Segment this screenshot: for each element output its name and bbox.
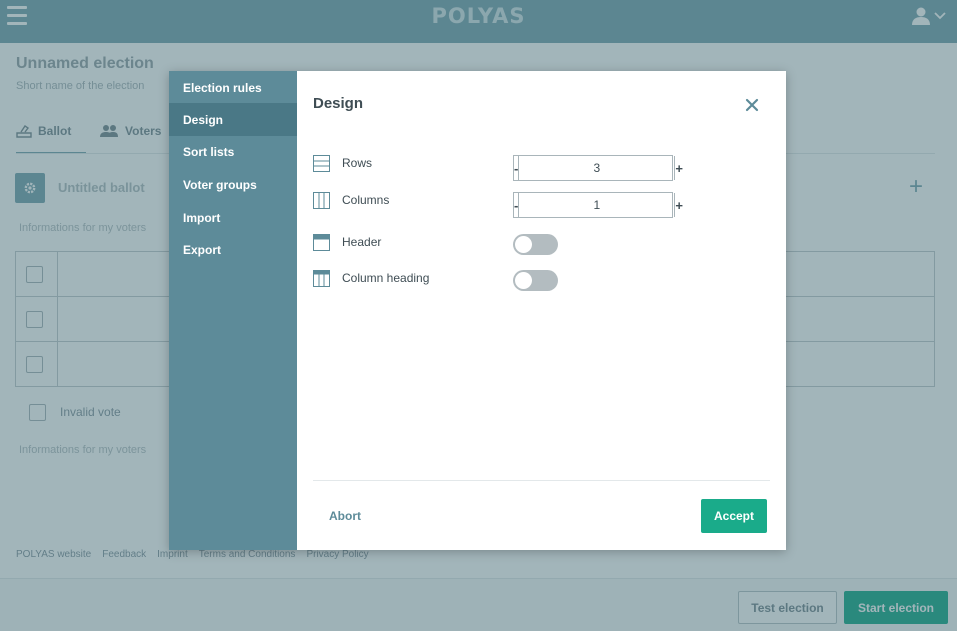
dialog-sidebar: Election rules Design Sort lists Voter g… xyxy=(169,71,297,550)
rows-icon xyxy=(313,155,330,172)
columns-label: Columns xyxy=(342,193,390,207)
dialog-title: Design xyxy=(313,95,364,112)
abort-button[interactable]: Abort xyxy=(329,509,361,523)
toggle-knob xyxy=(515,236,532,253)
columns-increment-button[interactable]: + xyxy=(674,193,683,217)
rows-label: Rows xyxy=(342,156,373,170)
nav-item-import[interactable]: Import xyxy=(169,201,297,234)
nav-item-election-rules[interactable]: Election rules xyxy=(169,71,297,104)
nav-item-design[interactable]: Design xyxy=(169,103,297,136)
close-icon xyxy=(745,98,759,112)
nav-item-export[interactable]: Export xyxy=(169,233,297,266)
nav-item-sort-lists[interactable]: Sort lists xyxy=(169,135,297,168)
rows-input[interactable] xyxy=(519,156,675,180)
header-icon xyxy=(313,234,330,251)
close-button[interactable] xyxy=(743,96,761,114)
columns-stepper: - + xyxy=(513,192,683,218)
header-toggle[interactable] xyxy=(513,234,558,255)
toggle-knob xyxy=(515,272,532,289)
columns-icon xyxy=(313,192,330,209)
design-dialog: Election rules Design Sort lists Voter g… xyxy=(169,71,786,550)
rows-stepper: - + xyxy=(513,155,683,181)
header-label: Header xyxy=(342,235,382,249)
column-heading-label: Column heading xyxy=(342,271,430,285)
dialog-footer-divider xyxy=(313,480,770,481)
column-heading-toggle[interactable] xyxy=(513,270,558,291)
rows-increment-button[interactable]: + xyxy=(674,156,683,180)
columns-input[interactable] xyxy=(519,193,675,217)
accept-button[interactable]: Accept xyxy=(701,499,767,533)
nav-item-voter-groups[interactable]: Voter groups xyxy=(169,168,297,201)
column-heading-icon xyxy=(313,270,330,287)
